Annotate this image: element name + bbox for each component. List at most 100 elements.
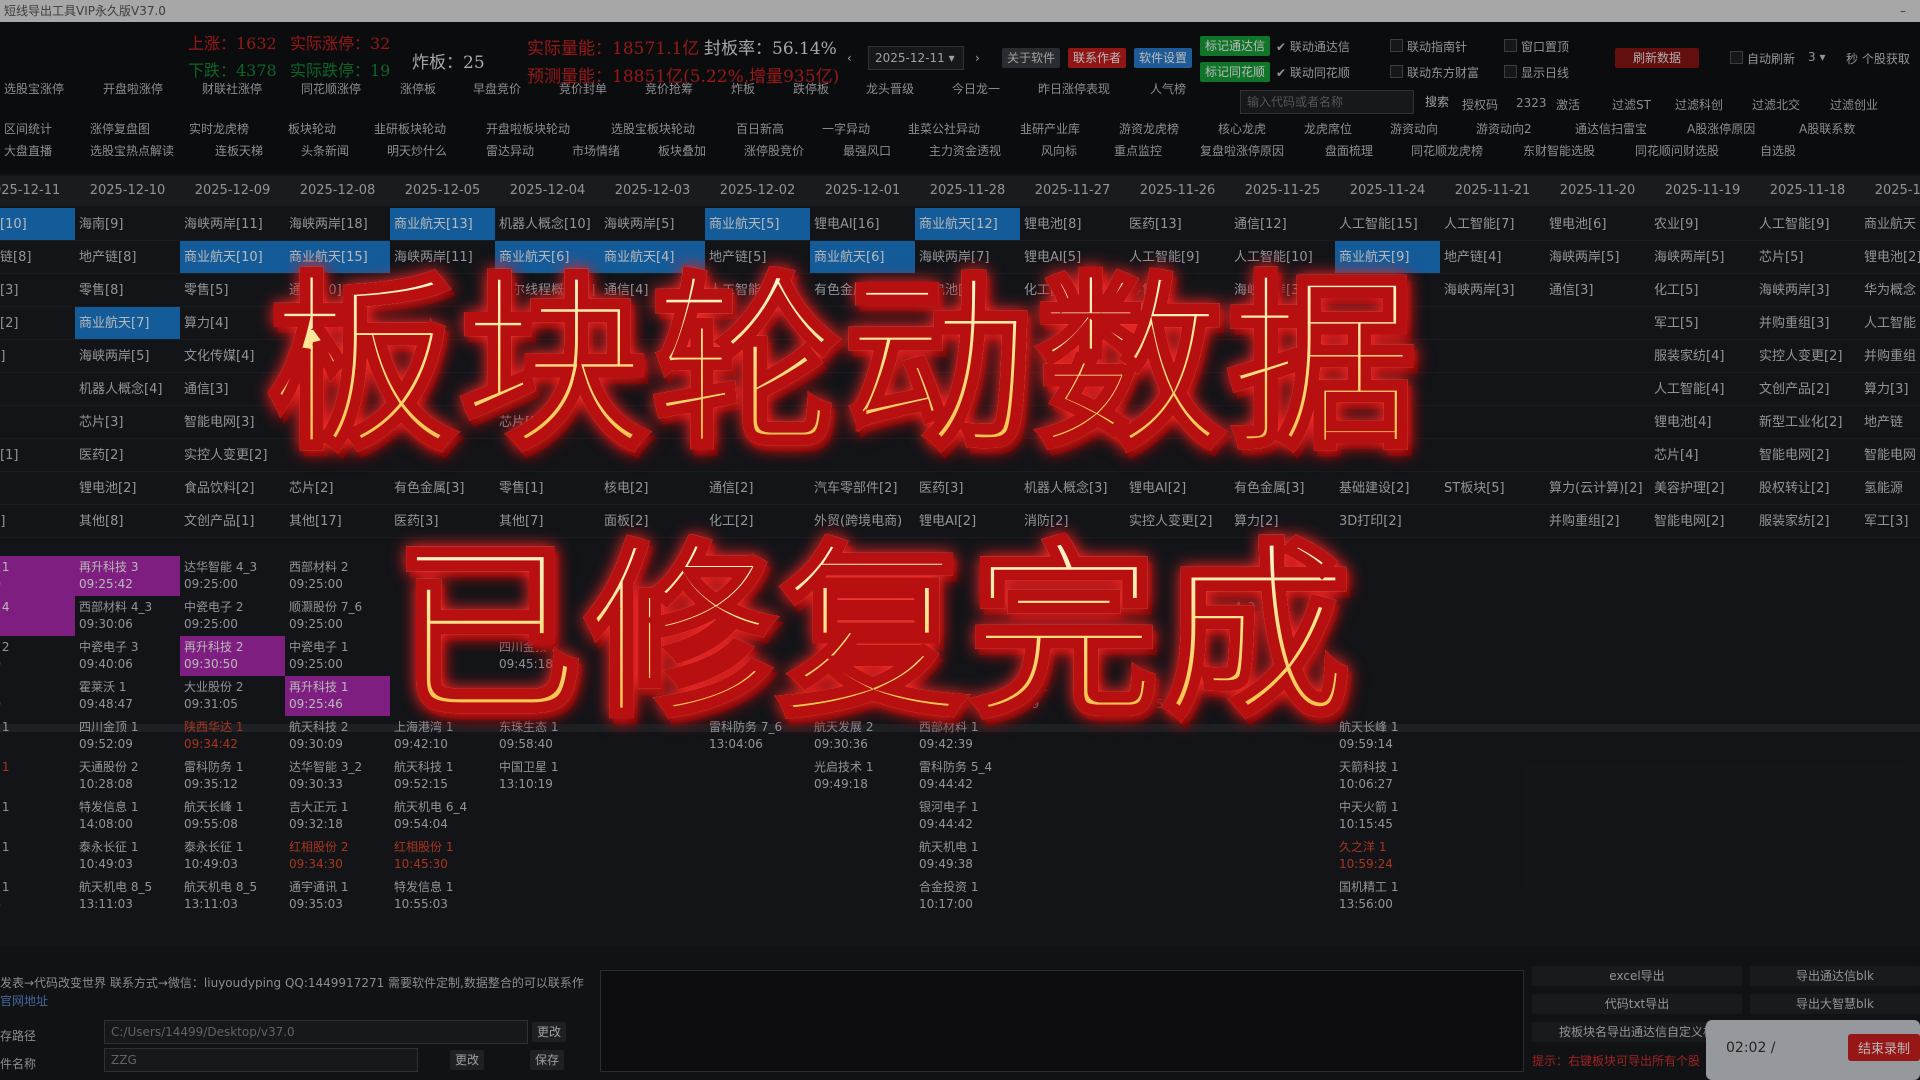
toolbar-item[interactable]: 韭研产业库 [1020,120,1080,137]
sector-cell[interactable]: 食品饮料[2] [180,472,285,505]
sector-cell[interactable] [1545,439,1650,472]
stock-cell[interactable]: 顺灏股份 7_6 09:25:00 [285,596,390,636]
toolbar-item[interactable]: 大盘直播 [4,142,52,159]
sector-cell[interactable] [1545,373,1650,406]
surge-button[interactable]: 激活 [1556,96,1580,113]
stock-cell[interactable]: 特发信息 1 10:55:03 [390,876,495,916]
sector-cell[interactable]: ST板块[5] [1440,472,1545,505]
toolbar-item[interactable]: 早盘竞价 [473,80,521,97]
about-button[interactable]: 关于软件 [1002,48,1061,68]
name-field[interactable]: ZZG [104,1048,418,1072]
stock-cell[interactable] [600,876,705,916]
sector-cell[interactable]: 并购重组[3] [1755,307,1860,340]
export-dzh-button[interactable]: 导出大智慧blk [1750,994,1920,1014]
stock-cell[interactable] [810,796,915,836]
toolbar-item[interactable]: 板块叠加 [658,142,706,159]
sector-cell[interactable] [1545,406,1650,439]
show-daily-checkbox[interactable]: 显示日线 [1504,64,1569,81]
sector-cell[interactable]: 海峡两岸[5] [1650,241,1755,274]
sector-cell[interactable]: 链[2] [0,340,75,373]
sector-cell[interactable]: 股权转让[2] [1755,472,1860,505]
toolbar-item[interactable]: 龙虎席位 [1304,120,1352,137]
sector-cell[interactable]: 海南[9] [75,208,180,241]
interval-select[interactable]: 3 ▾ [1808,50,1825,64]
stock-cell[interactable]: 天箭科技 1 10:06:27 [1335,756,1440,796]
sector-cell[interactable]: 商业航天[12] [915,208,1020,241]
stock-cell[interactable]: 光启技术 1 09:49:18 [810,756,915,796]
toolbar-item[interactable]: 开盘啦涨停 [103,80,163,97]
window-top-checkbox[interactable]: 窗口置顶 [1504,38,1569,55]
sector-cell[interactable]: [1] [0,406,75,439]
stock-cell[interactable] [1125,876,1230,916]
stock-cell[interactable]: 航天机电 1 09:49:38 [915,836,1020,876]
stock-cell[interactable]: 航天机电 8_5 13:11:03 [180,876,285,916]
toolbar-item[interactable]: 东财智能选股 [1523,142,1595,159]
sector-cell[interactable]: 地产链[8] [75,241,180,274]
prev-date-button[interactable]: ‹ [842,48,857,68]
sector-cell[interactable]: 锂电池[2] [1860,241,1920,274]
date-header[interactable]: 2025-11-25 [1230,176,1335,206]
sector-cell[interactable]: 文创产品[2] [1755,373,1860,406]
sector-cell[interactable]: 有色金属[3] [390,472,495,505]
toolbar-item[interactable]: 板块轮动 [288,120,336,137]
sector-cell[interactable]: 核电[2] [600,472,705,505]
site-link[interactable]: 官网地址 [0,992,48,1009]
sector-cell[interactable]: 海峡两岸[5] [600,208,705,241]
sector-cell[interactable]: 氢能源 [1860,472,1920,505]
excel-export-button[interactable]: excel导出 [1532,966,1742,986]
toolbar-item[interactable]: A股联系数 [1799,120,1855,137]
stock-cell[interactable] [1020,876,1125,916]
date-header[interactable]: 2025-11-19 [1650,176,1755,206]
stock-cell[interactable]: 国机精工 1 13:56:00 [1335,876,1440,916]
sector-cell[interactable]: 人工智能[15] [1335,208,1440,241]
stock-cell[interactable]: 再升科技 1 09:25:46 [285,676,390,716]
refresh-button[interactable]: 刷新数据 [1615,48,1700,68]
sector-cell[interactable]: 通信[3] [1545,274,1650,307]
sector-cell[interactable]: 海峡两岸[5] [75,340,180,373]
sector-cell[interactable]: 商业航天[5] [705,208,810,241]
toolbar-item[interactable]: 明天炒什么 [387,142,447,159]
date-header[interactable]: 2025-11-21 [1440,176,1545,206]
stock-cell[interactable] [1125,756,1230,796]
stock-cell[interactable]: 金顶 2 9:00 [0,636,75,676]
toolbar-item[interactable]: 今日龙一 [952,80,1000,97]
toolbar-item[interactable]: 人气榜 [1150,80,1186,97]
date-header[interactable]: 2025-12-08 [285,176,390,206]
minimize-icon[interactable]: – [1900,0,1906,22]
auth-value[interactable]: 2323 [1516,96,1547,110]
stock-cell[interactable]: 西部材料 4_3 09:30:06 [75,596,180,636]
toolbar-item[interactable]: 通达信扫雷宝 [1575,120,1647,137]
sector-cell[interactable]: 有色金属[3] [1230,472,1335,505]
search-button[interactable]: 搜索 [1420,92,1454,112]
sector-cell[interactable]: 地产链 [1860,406,1920,439]
code-txt-button[interactable]: 代码txt导出 [1532,994,1742,1014]
sector-cell[interactable] [1440,439,1545,472]
sector-cell[interactable]: 商业航天[7] [75,307,180,340]
sector-cell[interactable]: 机器人概念[10] [495,208,600,241]
toolbar-item[interactable]: 实时龙虎榜 [189,120,249,137]
stock-cell[interactable]: 科技 4 0:02 [0,596,75,636]
date-picker[interactable]: 2025-12-11 ▾ [868,46,964,70]
toolbar-item[interactable]: 百日新高 [736,120,784,137]
sector-cell[interactable]: 地产链[8] [0,241,75,274]
toolbar-item[interactable]: 盘面梳理 [1325,142,1373,159]
date-header[interactable]: 2025-12-05 [390,176,495,206]
toolbar-item[interactable]: 最强风口 [843,142,891,159]
toolbar-item[interactable]: 主力资金透视 [929,142,1001,159]
sector-cell[interactable]: 锂电池[2] [75,472,180,505]
sector-cell[interactable]: 华为概念 [1860,274,1920,307]
stock-cell[interactable]: 电子 1 2:48 [0,876,75,916]
mark-tdx-button[interactable]: 标记通达信 [1200,36,1271,56]
stock-cell[interactable] [1230,756,1335,796]
auto-refresh-checkbox[interactable]: 自动刷新 [1730,50,1795,67]
stock-cell[interactable]: 中天火箭 1 10:15:45 [1335,796,1440,836]
sector-cell[interactable]: 智能电网[2] [1755,439,1860,472]
toolbar-item[interactable]: 头条新闻 [301,142,349,159]
stock-cell[interactable]: 再升科技 3 09:25:42 [75,556,180,596]
sector-cell[interactable] [1440,373,1545,406]
toolbar-item[interactable]: 韭菜公社异动 [908,120,980,137]
sector-cell[interactable]: 化工[5] [1650,274,1755,307]
next-date-button[interactable]: › [970,48,985,68]
sector-cell[interactable]: 其他[8] [75,505,180,538]
toolbar-item[interactable]: 游资动向 [1390,120,1438,137]
